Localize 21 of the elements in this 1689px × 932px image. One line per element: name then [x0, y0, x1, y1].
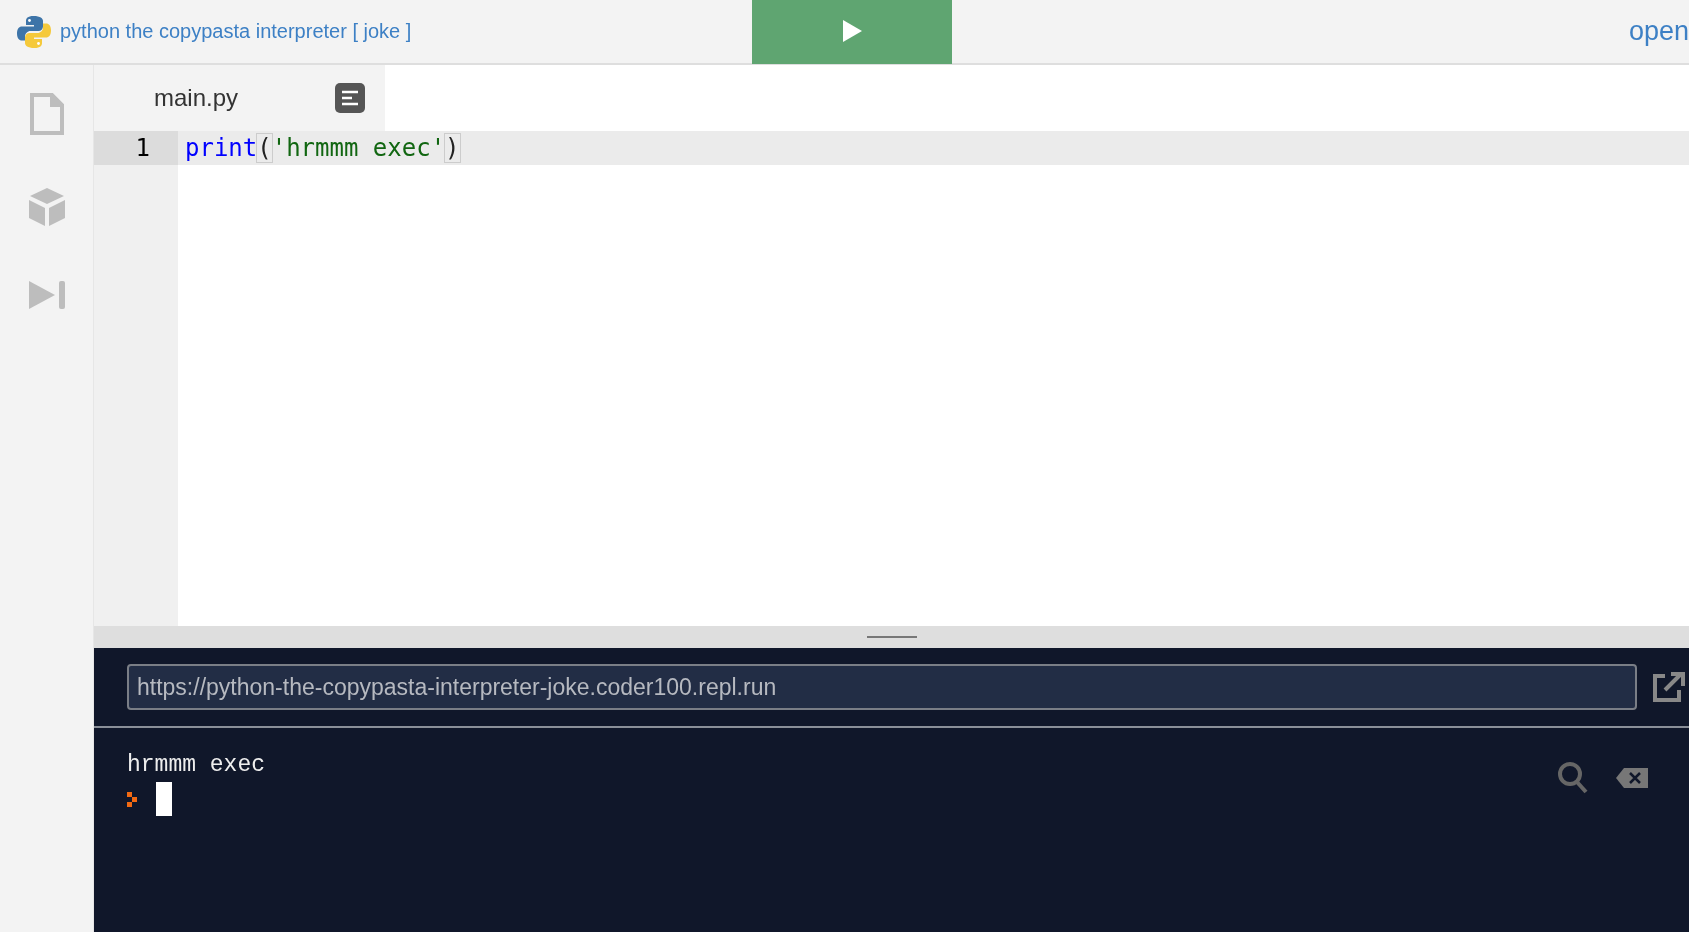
cube-icon [26, 186, 67, 228]
format-icon[interactable] [335, 83, 365, 113]
search-icon[interactable] [1557, 761, 1589, 795]
open-link[interactable]: open [1628, 16, 1689, 47]
file-tab-label: main.py [154, 84, 239, 112]
line-number: 1 [94, 131, 178, 165]
open-external-icon[interactable] [1651, 670, 1685, 704]
file-tab[interactable]: main.py [94, 65, 385, 131]
python-logo-icon [16, 13, 52, 50]
resize-handle[interactable] [94, 626, 1689, 648]
files-button[interactable] [28, 93, 65, 138]
repl-title[interactable]: python the copypasta interpreter [ joke ] [60, 20, 412, 43]
url-field[interactable]: https://python-the-copypasta-interpreter-joke.coder100.repl.run [127, 664, 1637, 710]
console-output: hrmmm exec [127, 751, 267, 780]
file-icon [28, 93, 65, 135]
prompt-icon [127, 791, 139, 807]
clear-icon[interactable] [1615, 767, 1649, 789]
text-cursor [156, 782, 172, 816]
play-icon [841, 19, 863, 43]
run-button[interactable] [752, 0, 952, 64]
step-forward-icon [26, 279, 67, 311]
